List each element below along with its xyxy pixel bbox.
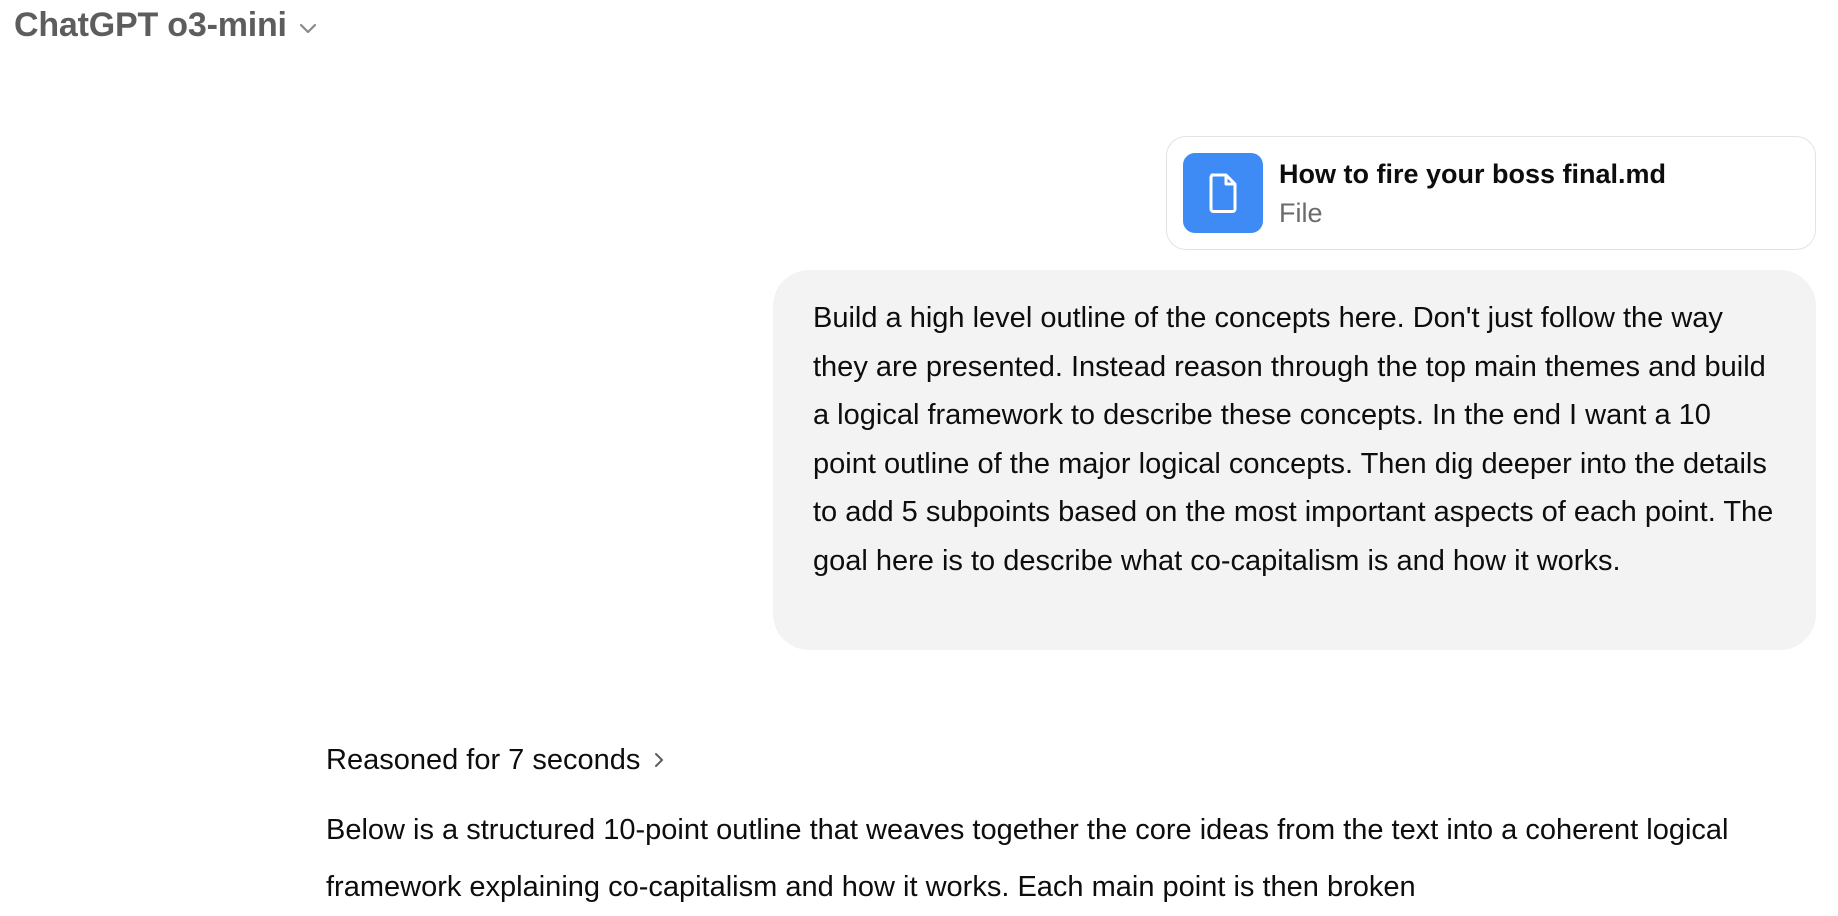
reasoning-label: Reasoned for 7 seconds (326, 744, 641, 776)
file-name: How to fire your boss final.md (1279, 159, 1667, 189)
file-info: How to fire your boss final.md File (1279, 157, 1666, 229)
file-attachment-card[interactable]: How to fire your boss final.md File (1166, 136, 1816, 250)
user-message-text: Build a high level outline of the concep… (813, 302, 1774, 577)
chevron-right-icon (650, 751, 668, 769)
file-type-label: File (1279, 198, 1323, 228)
user-message-bubble: Build a high level outline of the concep… (773, 270, 1816, 650)
assistant-response-text: Below is a structured 10-point outline t… (326, 814, 1729, 903)
document-icon (1183, 153, 1263, 233)
model-selector[interactable]: ChatGPT o3-mini (14, 4, 319, 46)
reasoning-toggle[interactable]: Reasoned for 7 seconds (326, 738, 668, 782)
model-title: ChatGPT o3-mini (14, 6, 287, 44)
chevron-down-icon (297, 17, 319, 39)
